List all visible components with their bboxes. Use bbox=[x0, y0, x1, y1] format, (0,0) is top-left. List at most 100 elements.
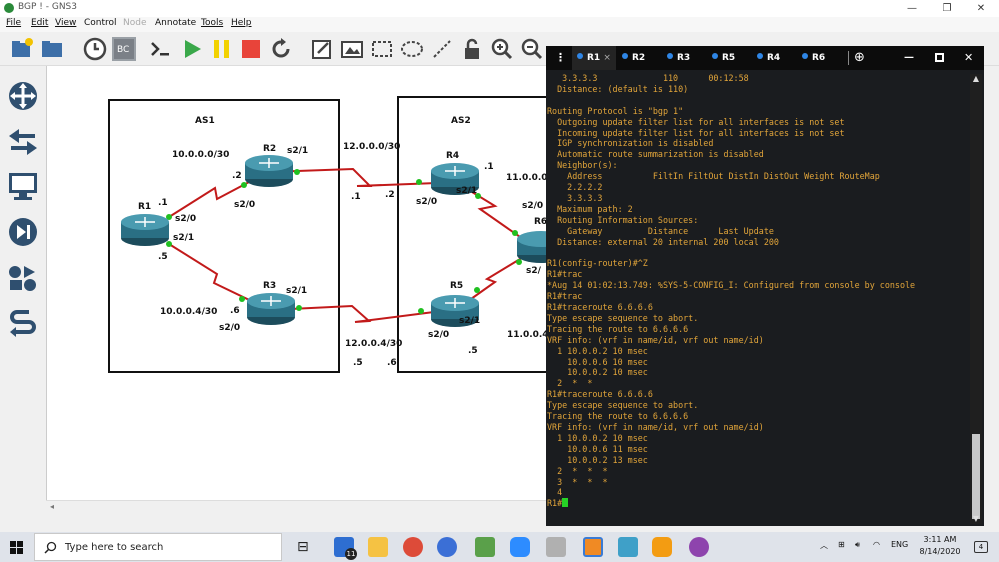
draw-line-icon[interactable] bbox=[430, 37, 454, 61]
r5-label: R5 bbox=[450, 281, 464, 291]
router-r2[interactable] bbox=[245, 155, 293, 187]
router-r6[interactable] bbox=[517, 231, 547, 263]
terminal-line: 10.0.0.2 13 msec bbox=[547, 454, 648, 465]
tab-r6[interactable]: R6 bbox=[802, 46, 846, 70]
menu-control[interactable]: Control bbox=[84, 18, 117, 28]
net-label: 12.0.0.0/30 bbox=[343, 142, 401, 152]
tab-r4[interactable]: R4 bbox=[757, 46, 801, 70]
task-view-icon[interactable]: ⊟ bbox=[297, 537, 317, 557]
terminal-line: Maximum path: 2 bbox=[547, 203, 633, 214]
terminal-line: R1#trac bbox=[547, 291, 583, 302]
add-link-icon[interactable] bbox=[7, 306, 39, 338]
terminal-line: 10.0.0.2 10 msec bbox=[547, 367, 648, 378]
scroll-down-icon[interactable]: ▼ bbox=[971, 514, 981, 524]
terminal-line: Routing Protocol is "bgp 1" bbox=[547, 105, 684, 116]
menu-annotate[interactable]: Annotate bbox=[155, 18, 196, 28]
new-project-icon[interactable] bbox=[10, 37, 34, 61]
console-close-button[interactable]: ✕ bbox=[964, 46, 973, 70]
router-r3[interactable] bbox=[247, 293, 295, 325]
notification-center-icon[interactable]: 4 bbox=[974, 541, 988, 553]
scroll-up-icon[interactable]: ▲ bbox=[971, 74, 981, 84]
menu-tools[interactable]: Tools bbox=[201, 18, 223, 28]
app-icon[interactable] bbox=[475, 537, 495, 557]
terminal-line: Gateway Distance Last Update bbox=[547, 225, 774, 236]
terminal-output[interactable]: 3.3.3.3 110 00:12:58 Distance: (default … bbox=[547, 73, 967, 523]
terminal-line: 2.2.2.2 bbox=[547, 182, 603, 193]
show-interface-labels-icon[interactable]: BC bbox=[112, 37, 136, 61]
app-icon[interactable] bbox=[618, 537, 638, 557]
close-tab-icon[interactable]: × bbox=[603, 53, 611, 63]
browse-switches-icon[interactable] bbox=[7, 126, 39, 158]
draw-ellipse-icon[interactable] bbox=[400, 37, 424, 61]
console-all-icon[interactable] bbox=[148, 37, 172, 61]
app-icon[interactable] bbox=[437, 537, 457, 557]
chrome-icon[interactable] bbox=[403, 537, 423, 557]
router-r1[interactable] bbox=[121, 214, 169, 246]
restore-button[interactable]: ❐ bbox=[930, 0, 964, 17]
canvas-horizontal-scrollbar[interactable]: ◂ bbox=[46, 500, 546, 512]
insert-picture-icon[interactable] bbox=[340, 37, 364, 61]
minimize-button[interactable]: — bbox=[895, 0, 929, 17]
start-all-icon[interactable] bbox=[180, 37, 204, 61]
terminal-line: 2 * * bbox=[547, 378, 593, 389]
menu-help[interactable]: Help bbox=[231, 18, 252, 28]
terminal-line: Outgoing update filter list for all inte… bbox=[547, 116, 845, 127]
tray-volume-icon[interactable]: 🔊︎ bbox=[855, 540, 860, 550]
menu-node[interactable]: Node bbox=[123, 18, 147, 28]
tab-r5[interactable]: R5 bbox=[712, 46, 756, 70]
app-icon[interactable] bbox=[546, 537, 566, 557]
console-vertical-scrollbar[interactable]: ▲ ▼ bbox=[970, 74, 982, 524]
search-placeholder: Type here to search bbox=[65, 542, 164, 553]
zoom-in-icon[interactable] bbox=[490, 37, 514, 61]
suspend-all-icon[interactable] bbox=[210, 37, 234, 61]
add-note-icon[interactable] bbox=[310, 37, 334, 61]
console-maximize-button[interactable] bbox=[935, 53, 944, 62]
status-dot-icon bbox=[802, 53, 808, 59]
taskbar-search-box[interactable]: Type here to search bbox=[34, 533, 282, 561]
net-label: 11.0.0.4 bbox=[507, 330, 549, 340]
open-project-icon[interactable] bbox=[40, 37, 64, 61]
terminal-line: Tracing the route to 6.6.6.6 bbox=[547, 411, 689, 422]
app-icon[interactable] bbox=[583, 537, 603, 557]
draw-rectangle-icon[interactable] bbox=[370, 37, 394, 61]
mail-app-icon[interactable]: 11 bbox=[334, 537, 357, 560]
menu-edit[interactable]: Edit bbox=[31, 18, 48, 28]
browse-end-devices-icon[interactable] bbox=[7, 170, 39, 202]
topology-canvas[interactable]: AS1 AS2 R1 R2 R3 R4 R5 R6 10.0.0.0/30 10… bbox=[46, 66, 551, 502]
tab-r3[interactable]: R3 bbox=[667, 46, 711, 70]
kebab-menu-icon[interactable]: ⋮ bbox=[555, 46, 566, 70]
tray-language[interactable]: ENG bbox=[891, 540, 908, 549]
tray-wifi-icon[interactable]: ◠ bbox=[873, 540, 880, 549]
close-button[interactable]: ✕ bbox=[964, 0, 998, 17]
r4-label: R4 bbox=[446, 151, 460, 161]
scrollbar-thumb[interactable] bbox=[972, 434, 980, 519]
zoom-out-icon[interactable] bbox=[520, 37, 544, 61]
r3-label: R3 bbox=[263, 281, 277, 291]
tray-clock[interactable]: 3:11 AM 8/14/2020 bbox=[917, 535, 963, 556]
add-tab-icon[interactable]: ⊕ bbox=[854, 46, 865, 70]
browse-routers-icon[interactable] bbox=[7, 80, 39, 112]
browse-security-devices-icon[interactable] bbox=[7, 216, 39, 248]
tab-r2[interactable]: R2 bbox=[622, 46, 666, 70]
zoom-app-icon[interactable] bbox=[510, 537, 530, 557]
terminal-app-icon[interactable] bbox=[652, 537, 672, 557]
stop-all-icon[interactable] bbox=[239, 37, 263, 61]
app-icon[interactable] bbox=[689, 537, 709, 557]
interface-label: s2/0 bbox=[416, 197, 438, 207]
interface-label: s2/ bbox=[526, 266, 541, 276]
menu-view[interactable]: View bbox=[55, 18, 76, 28]
reload-all-icon[interactable] bbox=[269, 37, 293, 61]
file-explorer-icon[interactable] bbox=[368, 537, 388, 557]
tab-r1[interactable]: R1 × bbox=[572, 46, 616, 70]
menu-file[interactable]: File bbox=[6, 18, 21, 28]
terminal-line: Automatic route summarization is disable… bbox=[547, 149, 764, 160]
terminal-line: Tracing the route to 6.6.6.6 bbox=[547, 323, 689, 334]
tray-chevron-icon[interactable]: ︿ bbox=[820, 540, 828, 551]
lock-icon[interactable] bbox=[460, 37, 484, 61]
console-minimize-button[interactable]: — bbox=[904, 46, 914, 70]
snapshot-icon[interactable] bbox=[83, 37, 107, 61]
windows-start-icon[interactable] bbox=[10, 541, 23, 554]
browse-all-devices-icon[interactable] bbox=[7, 262, 39, 294]
tray-network-icon[interactable]: ⊞ bbox=[838, 540, 845, 549]
